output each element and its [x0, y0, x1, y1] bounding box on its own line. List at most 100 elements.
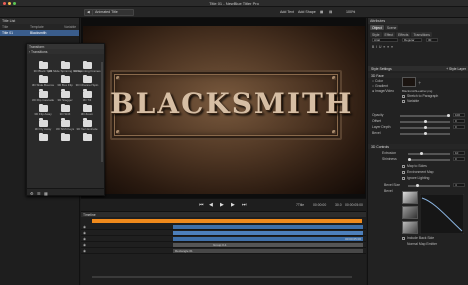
- italic-icon[interactable]: I: [376, 45, 377, 49]
- transition-item[interactable]: [54, 132, 76, 142]
- transition-item[interactable]: [76, 132, 98, 142]
- ignore-lighting-checkbox[interactable]: [402, 177, 405, 180]
- transition-item[interactable]: 3D Shift Keys: [54, 118, 76, 131]
- timeline-track[interactable]: ◉ Rectangle 01: [81, 248, 366, 254]
- texture-swatch[interactable]: [402, 77, 416, 87]
- font-style-select[interactable]: Regular: [402, 38, 422, 42]
- align-icon[interactable]: ▦: [320, 10, 323, 14]
- tab-transitions[interactable]: Transitions: [411, 32, 432, 37]
- grid-view-icon[interactable]: ▦: [44, 191, 48, 196]
- transition-item[interactable]: 3D Shift: [54, 103, 76, 116]
- extrude-field[interactable]: 10: [453, 151, 465, 155]
- environment-map-checkbox[interactable]: [402, 171, 405, 174]
- bevel-slider[interactable]: [400, 132, 450, 135]
- transition-item[interactable]: [32, 132, 54, 142]
- animated-title-dropdown[interactable]: Animated Title: [92, 9, 134, 16]
- tab-style[interactable]: Style: [370, 32, 382, 37]
- step-back-button[interactable]: ◀: [209, 202, 213, 208]
- transition-item[interactable]: 3D Fly Away: [32, 118, 54, 131]
- bevel-size-slider[interactable]: [408, 184, 450, 187]
- title-list-row[interactable]: Title 01 Blacksmith: [0, 30, 79, 36]
- tab-object[interactable]: Object: [370, 25, 384, 30]
- transition-item[interactable]: 3D Zoom: [76, 103, 98, 116]
- tab-effects[interactable]: Effects: [396, 32, 411, 37]
- offset-slider[interactable]: [400, 120, 450, 123]
- map-to-sides-checkbox[interactable]: [402, 165, 405, 168]
- track-bar[interactable]: Rectangle 01: [173, 249, 363, 253]
- face-option-gradient[interactable]: ○ Gradient: [372, 84, 388, 88]
- eye-icon[interactable]: ◉: [83, 231, 86, 235]
- controls-section[interactable]: 3D Controls: [368, 144, 468, 149]
- track-bar[interactable]: [173, 225, 363, 229]
- transition-item[interactable]: 3D Spinning Frames: [73, 60, 101, 73]
- variable-label: Variable: [407, 99, 420, 103]
- add-text-button[interactable]: Add Text: [280, 10, 294, 14]
- current-time[interactable]: 00:00:00: [313, 203, 326, 207]
- stretch-checkbox[interactable]: [402, 95, 405, 98]
- settings-icon[interactable]: ⚙: [30, 191, 34, 196]
- include-back-side-checkbox[interactable]: [402, 237, 405, 240]
- offset-field[interactable]: 0: [453, 119, 465, 123]
- font-size-field[interactable]: 30: [426, 38, 438, 42]
- back-icon[interactable]: ‹: [29, 50, 30, 54]
- track-bar[interactable]: [173, 231, 363, 235]
- bevel-preset[interactable]: [402, 221, 418, 234]
- duration[interactable]: 00:00:05:00: [345, 203, 363, 207]
- underline-icon[interactable]: U: [379, 45, 381, 49]
- bevel-preset[interactable]: [402, 191, 418, 204]
- eye-icon[interactable]: ◉: [83, 249, 86, 253]
- transitions-scrollbar[interactable]: [101, 62, 103, 162]
- align-center-icon[interactable]: ≡: [387, 45, 389, 49]
- step-forward-button[interactable]: ▶: [231, 202, 235, 208]
- tab-scene[interactable]: Scene: [384, 25, 399, 30]
- add-style-layer-button[interactable]: + Style Layer: [446, 67, 466, 71]
- add-shape-button[interactable]: Add Shape: [298, 10, 316, 14]
- grid-icon[interactable]: ▤: [329, 10, 332, 14]
- track-bar[interactable]: Group 0-1: [173, 243, 363, 247]
- go-to-end-button[interactable]: ⏭: [242, 202, 247, 208]
- eye-icon[interactable]: ◉: [83, 243, 86, 247]
- font-select[interactable]: Arial: [372, 38, 398, 42]
- transition-item[interactable]: 3D Stagger: [54, 89, 76, 102]
- transition-item[interactable]: 3D Slide Bounce: [32, 74, 54, 87]
- depth-field[interactable]: 0: [453, 125, 465, 129]
- transition-item[interactable]: 3D Flip Cascade: [32, 89, 54, 102]
- transition-item[interactable]: 3D Box Flip: [54, 74, 76, 87]
- bevel-curve-editor[interactable]: [420, 194, 464, 234]
- column-title[interactable]: Title: [2, 25, 30, 29]
- folder-icon: [38, 118, 48, 127]
- column-variable[interactable]: Variable: [64, 25, 76, 29]
- zoom-dropdown[interactable]: 100%: [346, 10, 355, 14]
- bold-icon[interactable]: B: [372, 45, 374, 49]
- timeline-scrollbar[interactable]: [92, 276, 352, 278]
- go-to-start-button[interactable]: ⏮: [199, 202, 204, 208]
- tab-effect[interactable]: Effect: [382, 32, 396, 37]
- transition-item[interactable]: 3D Vert Extrude: [76, 118, 98, 131]
- shininess-slider[interactable]: [408, 158, 450, 161]
- bevel-preset[interactable]: [402, 206, 418, 219]
- align-right-icon[interactable]: ≡: [391, 45, 393, 49]
- face-section[interactable]: 3D Face: [368, 73, 468, 78]
- transition-item[interactable]: 3D Channel Spin: [76, 74, 98, 87]
- play-button[interactable]: ▶: [220, 202, 224, 208]
- track-bar[interactable]: 00:00:05:00: [173, 237, 363, 241]
- canvas-title-text[interactable]: BLACKSMITH: [110, 87, 351, 120]
- extrude-slider[interactable]: [408, 152, 450, 155]
- opacity-field[interactable]: 100: [453, 113, 465, 117]
- bevel-size-field[interactable]: 4: [453, 183, 465, 187]
- add-texture-icon[interactable]: ＋: [418, 80, 421, 85]
- shininess-field[interactable]: 0: [453, 157, 465, 161]
- column-template[interactable]: Template: [30, 25, 64, 29]
- transition-item[interactable]: 3D Flip Away: [32, 103, 54, 116]
- eye-icon[interactable]: ◉: [83, 237, 86, 241]
- depth-slider[interactable]: [400, 126, 450, 129]
- face-option-color[interactable]: ○ Color: [372, 79, 383, 83]
- align-left-icon[interactable]: ≡: [383, 45, 385, 49]
- opacity-slider[interactable]: [400, 114, 450, 117]
- eye-icon[interactable]: ◉: [83, 225, 86, 229]
- list-view-icon[interactable]: ☰: [37, 191, 41, 196]
- transition-item[interactable]: 3D Tilt: [76, 89, 98, 102]
- variable-checkbox[interactable]: [402, 100, 405, 103]
- face-option-image[interactable]: ● Image/Video: [372, 89, 394, 93]
- timeline-ruler[interactable]: [92, 219, 362, 223]
